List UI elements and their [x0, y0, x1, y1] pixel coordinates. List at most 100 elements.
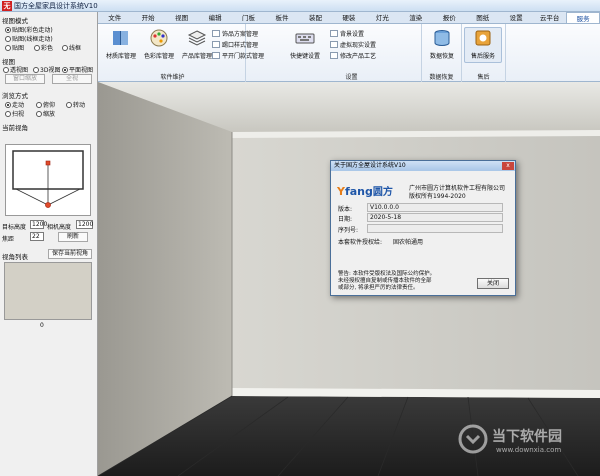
list-icon — [212, 41, 220, 48]
ribbon-group-settings: 快捷键设置 背景设置 虚拟现实设置 修改产品工艺 设置 — [282, 24, 422, 82]
keyboard-icon — [294, 28, 316, 48]
camera-height-input[interactable]: 1200 — [76, 220, 93, 229]
view-mode-texture-color-walk[interactable]: 贴图(彩色走动) — [5, 25, 53, 34]
menu-item-4[interactable]: 门板 — [232, 12, 265, 23]
title-bar: 无 国方全屋家具设计系统V10 — [0, 0, 600, 12]
browse-zoom[interactable]: 缩放 — [36, 109, 55, 118]
view-mode-texture[interactable]: 贴图 — [5, 43, 24, 52]
focal-length-label: 焦距 — [2, 236, 15, 243]
menu-item-2[interactable]: 视图 — [165, 12, 198, 23]
view-perspective[interactable]: 透视图 — [3, 65, 28, 74]
menu-item-8[interactable]: 灯光 — [366, 12, 399, 23]
database-icon — [431, 28, 453, 48]
ribbon-group-aftersales: 售后服务 售后 — [462, 24, 506, 82]
version-label: 版本: — [338, 206, 353, 213]
view-plan[interactable]: 平面视图 — [62, 65, 93, 74]
camera-height-label: 相机高度 — [47, 224, 72, 231]
ribbon: 材质库管理 色彩库管理 产品库管理 饰品方案管理 踢口样式管理 平开门款式管理 … — [98, 24, 600, 82]
menu-item-7[interactable]: 硬装 — [332, 12, 365, 23]
target-height-label: 目标高度 — [2, 224, 27, 231]
version-field: V10.0.0.0 — [367, 203, 503, 212]
focal-length-input[interactable]: 22 — [30, 232, 44, 241]
menu-item-6[interactable]: 装配 — [299, 12, 332, 23]
view-mode-color[interactable]: 彩色 — [34, 43, 53, 52]
menu-item-11[interactable]: 图纸 — [466, 12, 499, 23]
book-icon — [110, 28, 132, 48]
product-library-button[interactable]: 产品库管理 — [178, 28, 216, 60]
target-height-input[interactable]: 1200 — [30, 220, 47, 229]
palette-icon — [148, 28, 170, 48]
vr-settings-button[interactable]: 虚拟现实设置 — [330, 40, 376, 49]
menu-item-13[interactable]: 云平台 — [533, 12, 566, 23]
image-icon — [330, 30, 338, 37]
menu-item-5[interactable]: 板件 — [265, 12, 298, 23]
after-sales-button[interactable]: 售后服务 — [464, 27, 502, 63]
about-dialog: 关于国方全屋设计系统V10 x Yfang圆方 广州市圆方计算机软件工程有限公司… — [330, 160, 516, 296]
watermark-logo-icon — [458, 424, 488, 454]
data-recovery-button[interactable]: 数据恢复 — [423, 28, 461, 60]
left-panel: 视图模式 贴图(彩色走动) 贴图(线框走动) 贴图 彩色 线框 视图 透视图 3… — [0, 12, 98, 476]
app-icon[interactable]: 无 — [2, 1, 12, 11]
product-craft-button[interactable]: 修改产品工艺 — [330, 51, 376, 60]
date-label: 日期: — [338, 216, 353, 223]
yfang-logo: Yfang圆方 — [337, 185, 393, 198]
shortcut-settings-button[interactable]: 快捷键设置 — [286, 28, 324, 60]
current-view-title: 当前视角 — [2, 124, 28, 132]
window-zoom-button[interactable]: 窗口缩放 — [5, 74, 45, 84]
window-title: 国方全屋家具设计系统V10 — [14, 2, 98, 10]
menu-item-3[interactable]: 编辑 — [198, 12, 231, 23]
save-current-view-button[interactable]: 保存当前视角 — [48, 249, 92, 259]
view-thumbnail[interactable] — [4, 262, 92, 320]
refresh-button[interactable]: 刷新 — [58, 232, 88, 242]
serial-label: 序列号: — [338, 227, 359, 234]
watermark-url: www.downxia.com — [496, 446, 562, 454]
menu-item-10[interactable]: 报价 — [433, 12, 466, 23]
thumbnail-index: 0 — [40, 322, 44, 329]
kick-style-button[interactable]: 踢口样式管理 — [212, 40, 258, 49]
view-3d[interactable]: 3D视图 — [33, 65, 60, 74]
browse-pitch[interactable]: 俯仰 — [36, 100, 55, 109]
menu-item-1[interactable]: 开始 — [131, 12, 164, 23]
view-mode-wireframe[interactable]: 线框 — [62, 43, 81, 52]
license-label: 本套软件授权给: — [338, 239, 383, 246]
accessory-plan-button[interactable]: 饰品方案管理 — [212, 29, 258, 38]
dialog-title: 关于国方全屋设计系统V10 — [334, 162, 406, 169]
date-field: 2020-5-18 — [367, 213, 503, 222]
menu-bar: 文件 开始 视图 编辑 门板 板件 装配 硬装 灯光 渲染 报价 图纸 设置 云平台 服务 — [98, 12, 600, 24]
vr-icon — [330, 41, 338, 48]
watermark-text: 当下软件园 — [492, 429, 562, 445]
color-library-button[interactable]: 色彩库管理 — [140, 28, 178, 60]
browse-scan[interactable]: 扫视 — [5, 109, 24, 118]
camera-diagram — [12, 150, 84, 208]
list-icon — [212, 30, 220, 37]
close-button[interactable]: 关闭 — [477, 278, 509, 289]
layers-icon — [186, 28, 208, 48]
background-settings-button[interactable]: 背景设置 — [330, 29, 364, 38]
support-icon — [472, 28, 494, 48]
door-icon — [212, 52, 220, 59]
dialog-close-x[interactable]: x — [502, 162, 514, 170]
warning-line-3: 或部分, 将承担严厉的法律责任。 — [338, 285, 419, 291]
menu-item-14[interactable]: 服务 — [566, 12, 600, 23]
view-mode-texture-wire-walk[interactable]: 贴图(线框走动) — [5, 34, 53, 43]
browse-walk[interactable]: 走动 — [5, 100, 24, 109]
camera-preview[interactable] — [5, 144, 91, 216]
dialog-title-bar: 关于国方全屋设计系统V10 x — [331, 161, 515, 171]
browse-mode-title: 浏览方式 — [2, 92, 28, 100]
watermark: 当下软件园 www.downxia.com — [458, 418, 600, 468]
menu-item-0[interactable]: 文件 — [98, 12, 131, 23]
ribbon-group-recovery: 数据恢复 数据恢复 — [422, 24, 462, 82]
view-list-title: 视角列表 — [2, 253, 28, 261]
menu-item-12[interactable]: 设置 — [499, 12, 532, 23]
menu-item-9[interactable]: 渲染 — [399, 12, 432, 23]
ribbon-group-maintenance: 材质库管理 色彩库管理 产品库管理 饰品方案管理 踢口样式管理 平开门款式管理 … — [100, 24, 264, 82]
serial-field — [367, 224, 503, 233]
copyright-text: 版权所有1994-2020 — [409, 193, 466, 200]
wrench-icon — [330, 52, 338, 59]
browse-rotate[interactable]: 转动 — [66, 100, 85, 109]
view-mode-title: 视图模式 — [2, 17, 28, 25]
full-view-button[interactable]: 全视 — [52, 74, 92, 84]
license-owner: 固农帕通用 — [393, 239, 424, 246]
swing-door-style-button[interactable]: 平开门款式管理 — [212, 51, 264, 60]
material-library-button[interactable]: 材质库管理 — [102, 28, 140, 60]
